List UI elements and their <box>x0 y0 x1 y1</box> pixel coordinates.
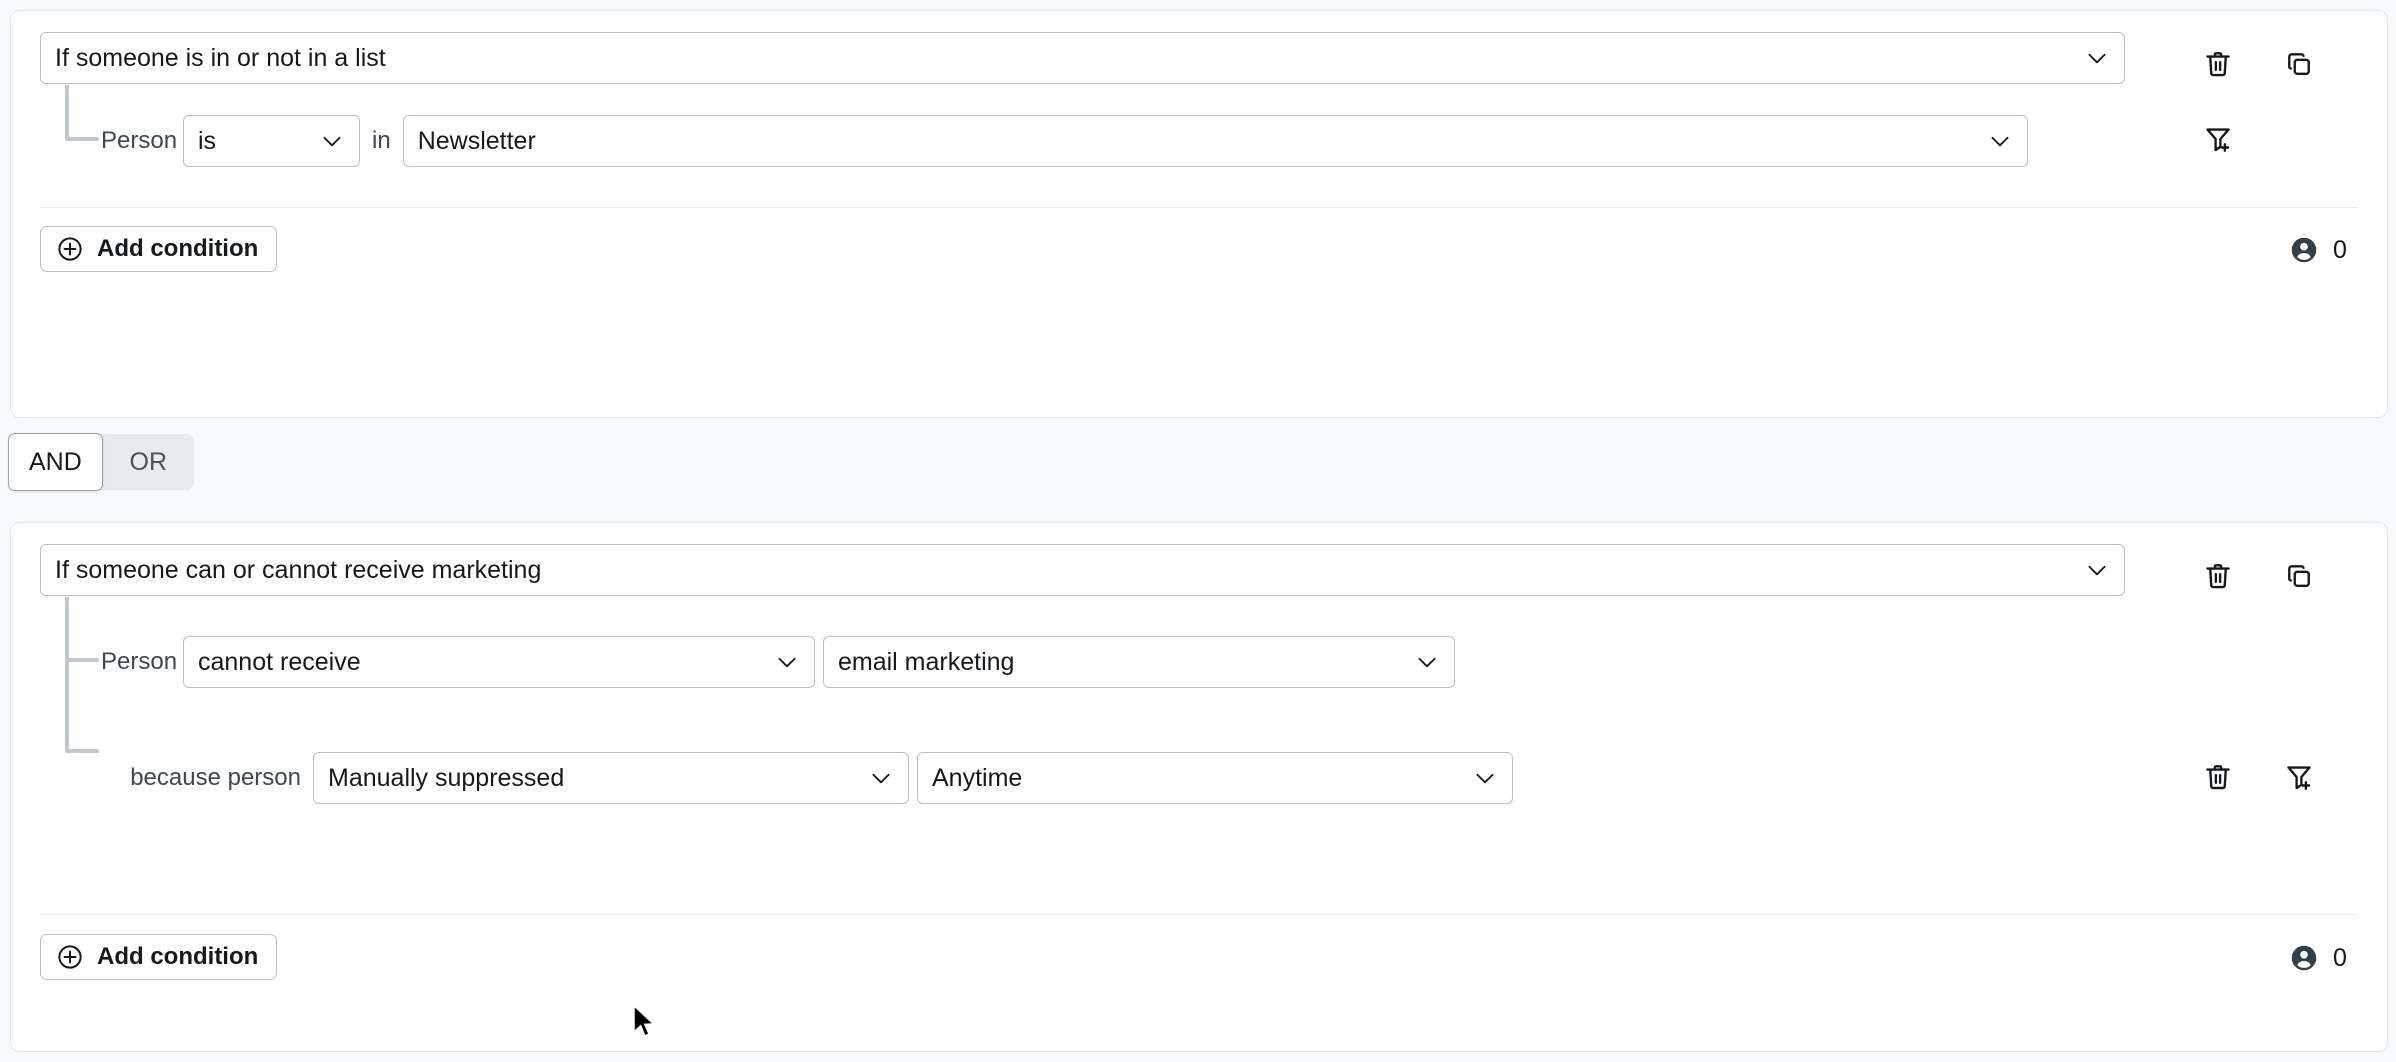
condition-row-1-1: Person is in Newsletter <box>101 115 2028 167</box>
add-filter-button-2-2[interactable] <box>2282 760 2316 794</box>
chevron-down-icon <box>1472 765 1498 791</box>
duplicate-condition-button-2[interactable] <box>2282 559 2316 593</box>
condition-operator-select-1-1[interactable]: is <box>183 115 360 167</box>
condition-row-joiner-1-1: in <box>372 127 391 155</box>
condition-row-2-2: because person Manually suppressed Anyti… <box>101 752 1513 804</box>
chevron-down-icon <box>868 765 894 791</box>
condition-group-divider-1 <box>40 207 2358 208</box>
condition-group-2: If someone can or cannot receive marketi… <box>10 522 2388 1052</box>
chevron-down-icon <box>774 649 800 675</box>
logic-option-or[interactable]: OR <box>103 434 194 490</box>
logic-option-and[interactable]: AND <box>8 433 103 491</box>
condition-operator-select-2-2[interactable]: Manually suppressed <box>313 752 909 804</box>
add-condition-button-1[interactable]: Add condition <box>40 226 277 272</box>
condition-group-2-body: If someone can or cannot receive marketi… <box>11 523 2387 596</box>
condition-row-2-1: Person cannot receive email marketing <box>101 636 1455 688</box>
add-filter-button-1-1[interactable] <box>2201 122 2235 156</box>
plus-circle-icon <box>56 235 84 263</box>
condition-group-divider-2 <box>40 914 2358 915</box>
delete-condition-row-button-2-2[interactable] <box>2201 760 2235 794</box>
chevron-down-icon <box>2084 45 2110 71</box>
logic-operator-toggle[interactable]: AND OR <box>8 434 194 490</box>
chevron-down-icon <box>1414 649 1440 675</box>
condition-operator-value-1-1: is <box>198 116 309 166</box>
condition-trigger-select-2[interactable]: If someone can or cannot receive marketi… <box>40 544 2125 596</box>
condition-group-2-trigger-row: If someone can or cannot receive marketi… <box>11 523 2387 596</box>
chevron-down-icon <box>2084 557 2110 583</box>
condition-operator-select-2-1[interactable]: cannot receive <box>183 636 815 688</box>
condition-operator-value-2-2: Manually suppressed <box>328 753 858 803</box>
add-condition-button-2[interactable]: Add condition <box>40 934 277 980</box>
condition-row-prefix-1-1: Person <box>101 127 164 155</box>
plus-circle-icon <box>56 943 84 971</box>
condition-value-text-2-2: Anytime <box>932 753 1462 803</box>
add-condition-label-1: Add condition <box>97 235 258 263</box>
chevron-down-icon <box>1987 128 2013 154</box>
condition-trigger-select-1[interactable]: If someone is in or not in a list <box>40 32 2125 84</box>
segment-condition-builder: If someone is in or not in a list <box>0 0 2396 1062</box>
condition-group-1-body: If someone is in or not in a list <box>11 11 2387 84</box>
condition-group-1: If someone is in or not in a list <box>10 10 2388 418</box>
chevron-down-icon <box>319 128 345 154</box>
condition-value-text-2-1: email marketing <box>838 637 1404 687</box>
add-condition-label-2: Add condition <box>97 943 258 971</box>
delete-condition-button-2[interactable] <box>2201 559 2235 593</box>
condition-trigger-value-1: If someone is in or not in a list <box>55 33 2074 83</box>
condition-value-select-1-1[interactable]: Newsletter <box>403 115 2028 167</box>
condition-trigger-value-2: If someone can or cannot receive marketi… <box>55 545 2074 595</box>
condition-group-1-trigger-row: If someone is in or not in a list <box>11 11 2387 84</box>
duplicate-condition-button-1[interactable] <box>2282 47 2316 81</box>
delete-condition-button-1[interactable] <box>2201 47 2235 81</box>
profile-count-value-1: 0 <box>2333 236 2347 265</box>
profile-count-1: 0 <box>2289 235 2347 265</box>
condition-row-prefix-2-1: Person <box>101 648 164 676</box>
person-circle-icon <box>2289 943 2319 973</box>
profile-count-value-2: 0 <box>2333 944 2347 973</box>
profile-count-2: 0 <box>2289 943 2347 973</box>
condition-row-prefix-2-2: because person <box>101 764 301 792</box>
condition-value-select-2-2[interactable]: Anytime <box>917 752 1513 804</box>
condition-operator-value-2-1: cannot receive <box>198 637 764 687</box>
person-circle-icon <box>2289 235 2319 265</box>
condition-value-text-1-1: Newsletter <box>418 116 1977 166</box>
condition-value-select-2-1[interactable]: email marketing <box>823 636 1455 688</box>
